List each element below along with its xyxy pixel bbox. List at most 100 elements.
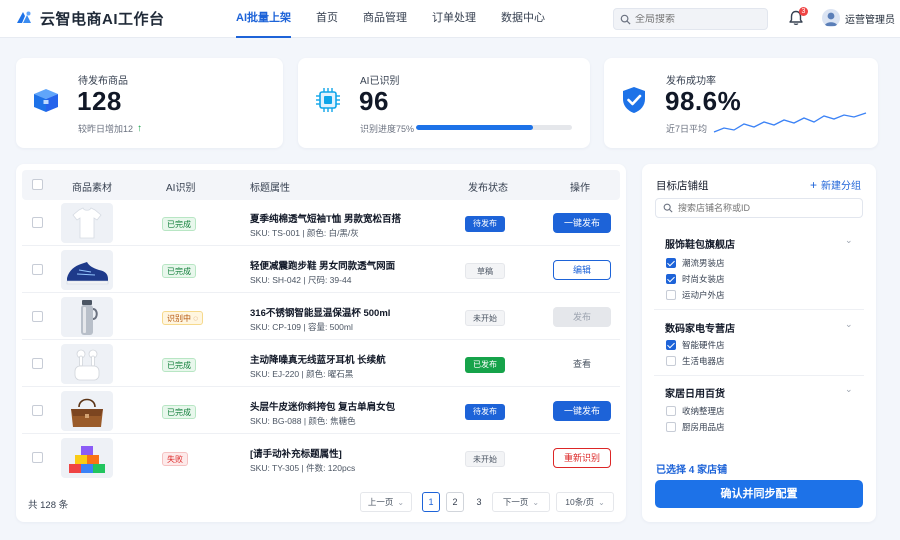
table-row: 已完成 主动降噪真无线蓝牙耳机 长续航 SKU: EJ-220 | 颜色: 曜石… xyxy=(22,341,620,387)
row-checkbox[interactable] xyxy=(32,405,43,416)
nav-data[interactable]: 数据中心 xyxy=(501,0,545,38)
plus-icon: + xyxy=(810,177,818,192)
shop-checkbox[interactable] xyxy=(666,274,676,284)
stat-sub-pending: 较昨日增加12 ↑ xyxy=(78,122,142,135)
shop-group-name[interactable]: 服饰鞋包旗舰店 xyxy=(665,236,735,251)
page-3[interactable]: 3 xyxy=(470,492,488,512)
nav-products[interactable]: 商品管理 xyxy=(363,0,407,38)
shop-label: 运动户外店 xyxy=(682,290,725,300)
loading-spinner-icon: ◌ xyxy=(193,314,198,323)
shop-option[interactable]: 智能硬件店 xyxy=(666,339,725,351)
shop-search[interactable] xyxy=(655,198,863,218)
product-title: 头层牛皮迷你斜挎包 复古单肩女包 xyxy=(250,402,396,413)
top-header: 云智电商AI工作台 AI批量上架 首页 商品管理 订单处理 数据中心 3 运营管… xyxy=(0,0,900,38)
row-checkbox[interactable] xyxy=(32,311,43,322)
chip-icon xyxy=(316,88,340,112)
shop-option[interactable]: 厨房用品店 xyxy=(666,421,725,433)
shop-label: 厨房用品店 xyxy=(682,422,725,432)
ai-status-tag: 已完成 xyxy=(162,405,196,419)
user-avatar-icon xyxy=(824,12,838,26)
building-blocks-icon xyxy=(69,446,105,473)
confirm-sync-button[interactable]: 确认并同步配置 xyxy=(655,480,863,508)
search-icon xyxy=(620,14,631,25)
shop-label: 时尚女装店 xyxy=(682,274,725,284)
user-menu[interactable]: 运营管理员 xyxy=(822,9,895,27)
new-group-button[interactable]: + 新建分组 xyxy=(810,177,862,193)
global-search-input[interactable] xyxy=(635,13,755,25)
user-name: 运营管理员 xyxy=(845,14,895,26)
handbag-icon xyxy=(71,398,103,427)
shop-option[interactable]: 运动户外店 xyxy=(666,289,725,301)
nav-orders[interactable]: 订单处理 xyxy=(432,0,476,38)
page-2[interactable]: 2 xyxy=(446,492,464,512)
product-title: [请手动补充标题属性] xyxy=(250,449,342,460)
global-search[interactable] xyxy=(613,8,768,30)
app-logo[interactable]: 云智电商AI工作台 xyxy=(14,8,165,29)
shop-checkbox[interactable] xyxy=(666,356,676,366)
nav-home[interactable]: 首页 xyxy=(316,0,338,38)
avatar xyxy=(822,9,840,27)
row-checkbox[interactable] xyxy=(32,452,43,463)
shop-panel-title: 目标店铺组 xyxy=(656,180,709,192)
row-checkbox[interactable] xyxy=(32,217,43,228)
thermos-bottle-icon xyxy=(81,300,98,335)
shop-checkbox[interactable] xyxy=(666,258,676,268)
view-link[interactable]: 查看 xyxy=(553,354,611,374)
row-checkbox[interactable] xyxy=(32,264,43,275)
col-header-ai: AI识别 xyxy=(166,183,196,194)
page-1[interactable]: 1 xyxy=(422,492,440,512)
shop-group-name[interactable]: 数码家电专营店 xyxy=(665,320,735,335)
nav-ai-batch[interactable]: AI批量上架 xyxy=(236,0,291,38)
next-page-button[interactable]: 下一页 ⌄ xyxy=(492,492,550,512)
chevron-down-icon: ⌄ xyxy=(532,498,540,507)
shop-option[interactable]: 生活电器店 xyxy=(666,355,725,367)
selected-shop-count: 已选择 4 家店铺 xyxy=(656,465,728,476)
product-title: 夏季纯棉透气短袖T恤 男款宽松百搭 xyxy=(250,214,401,225)
tshirt-icon xyxy=(72,207,102,239)
publish-status-badge: 未开始 xyxy=(465,451,505,467)
shop-search-input[interactable] xyxy=(678,203,848,213)
shop-option[interactable]: 收纳整理店 xyxy=(666,405,725,417)
chevron-down-icon[interactable]: ⌄ xyxy=(845,235,853,246)
shop-group-name[interactable]: 家居日用百货 xyxy=(665,385,725,400)
stat-card-success: 发布成功率 98.6% 近7日平均 xyxy=(604,58,878,148)
notification-badge: 3 xyxy=(799,7,808,16)
page-size-select[interactable]: 10条/页 ⌄ xyxy=(556,492,614,512)
shop-checkbox[interactable] xyxy=(666,406,676,416)
shop-label: 智能硬件店 xyxy=(682,340,725,350)
new-group-label: 新建分组 xyxy=(821,181,862,192)
edit-button[interactable]: 编辑 xyxy=(553,260,611,280)
prev-page-button[interactable]: 上一页 ⌄ xyxy=(360,492,412,512)
table-row: 已完成 轻便减震跑步鞋 男女同款透气网面 SKU: SH-042 | 尺码: 3… xyxy=(22,247,620,293)
ai-status-tag: 已完成 xyxy=(162,358,196,372)
box-icon xyxy=(34,89,58,112)
publish-button[interactable]: 一键发布 xyxy=(553,213,611,233)
table-footer: 共 128 条 上一页 ⌄ 1 2 3 下一页 ⌄ 10条/页 ⌄ xyxy=(16,490,626,514)
product-title: 主动降噪真无线蓝牙耳机 长续航 xyxy=(250,355,386,366)
publish-status-badge: 已发布 xyxy=(465,357,505,373)
select-all-checkbox[interactable] xyxy=(32,179,43,190)
shop-checkbox[interactable] xyxy=(666,290,676,300)
publish-status-badge: 草稿 xyxy=(465,263,505,279)
publish-button[interactable]: 一键发布 xyxy=(553,401,611,421)
divider xyxy=(654,375,864,376)
shop-option[interactable]: 潮流男装店 xyxy=(666,257,725,269)
stat-sub-recognized: 识别进度75% xyxy=(360,124,415,134)
row-checkbox[interactable] xyxy=(32,358,43,369)
shop-checkbox[interactable] xyxy=(666,340,676,350)
stat-card-pending: 待发布商品 128 较昨日增加12 ↑ xyxy=(16,58,283,148)
product-attributes: SKU: TY-305 | 件数: 120pcs xyxy=(250,463,356,473)
chevron-down-icon[interactable]: ⌄ xyxy=(845,319,853,330)
table-row: 已完成 头层牛皮迷你斜挎包 复古单肩女包 SKU: BG-088 | 颜色: 焦… xyxy=(22,388,620,434)
prev-page-label: 上一页 xyxy=(367,497,394,507)
earbuds-icon xyxy=(74,349,100,381)
publish-button-disabled: 发布 xyxy=(553,307,611,327)
product-table-panel: 商品素材 AI识别 标题属性 发布状态 操作 已完成 夏季纯棉透气短袖T恤 男款… xyxy=(16,164,626,522)
table-row: 识别中 ◌ 316不锈钢智能显温保温杯 500ml SKU: CP-109 | … xyxy=(22,294,620,340)
shop-checkbox[interactable] xyxy=(666,422,676,432)
retry-recognition-button[interactable]: 重新识别 xyxy=(553,448,611,468)
shop-option[interactable]: 时尚女装店 xyxy=(666,273,725,285)
stat-sub-success: 近7日平均 xyxy=(666,124,708,134)
chevron-down-icon[interactable]: ⌄ xyxy=(845,384,853,395)
stat-value-recognized: 96 xyxy=(359,86,389,116)
